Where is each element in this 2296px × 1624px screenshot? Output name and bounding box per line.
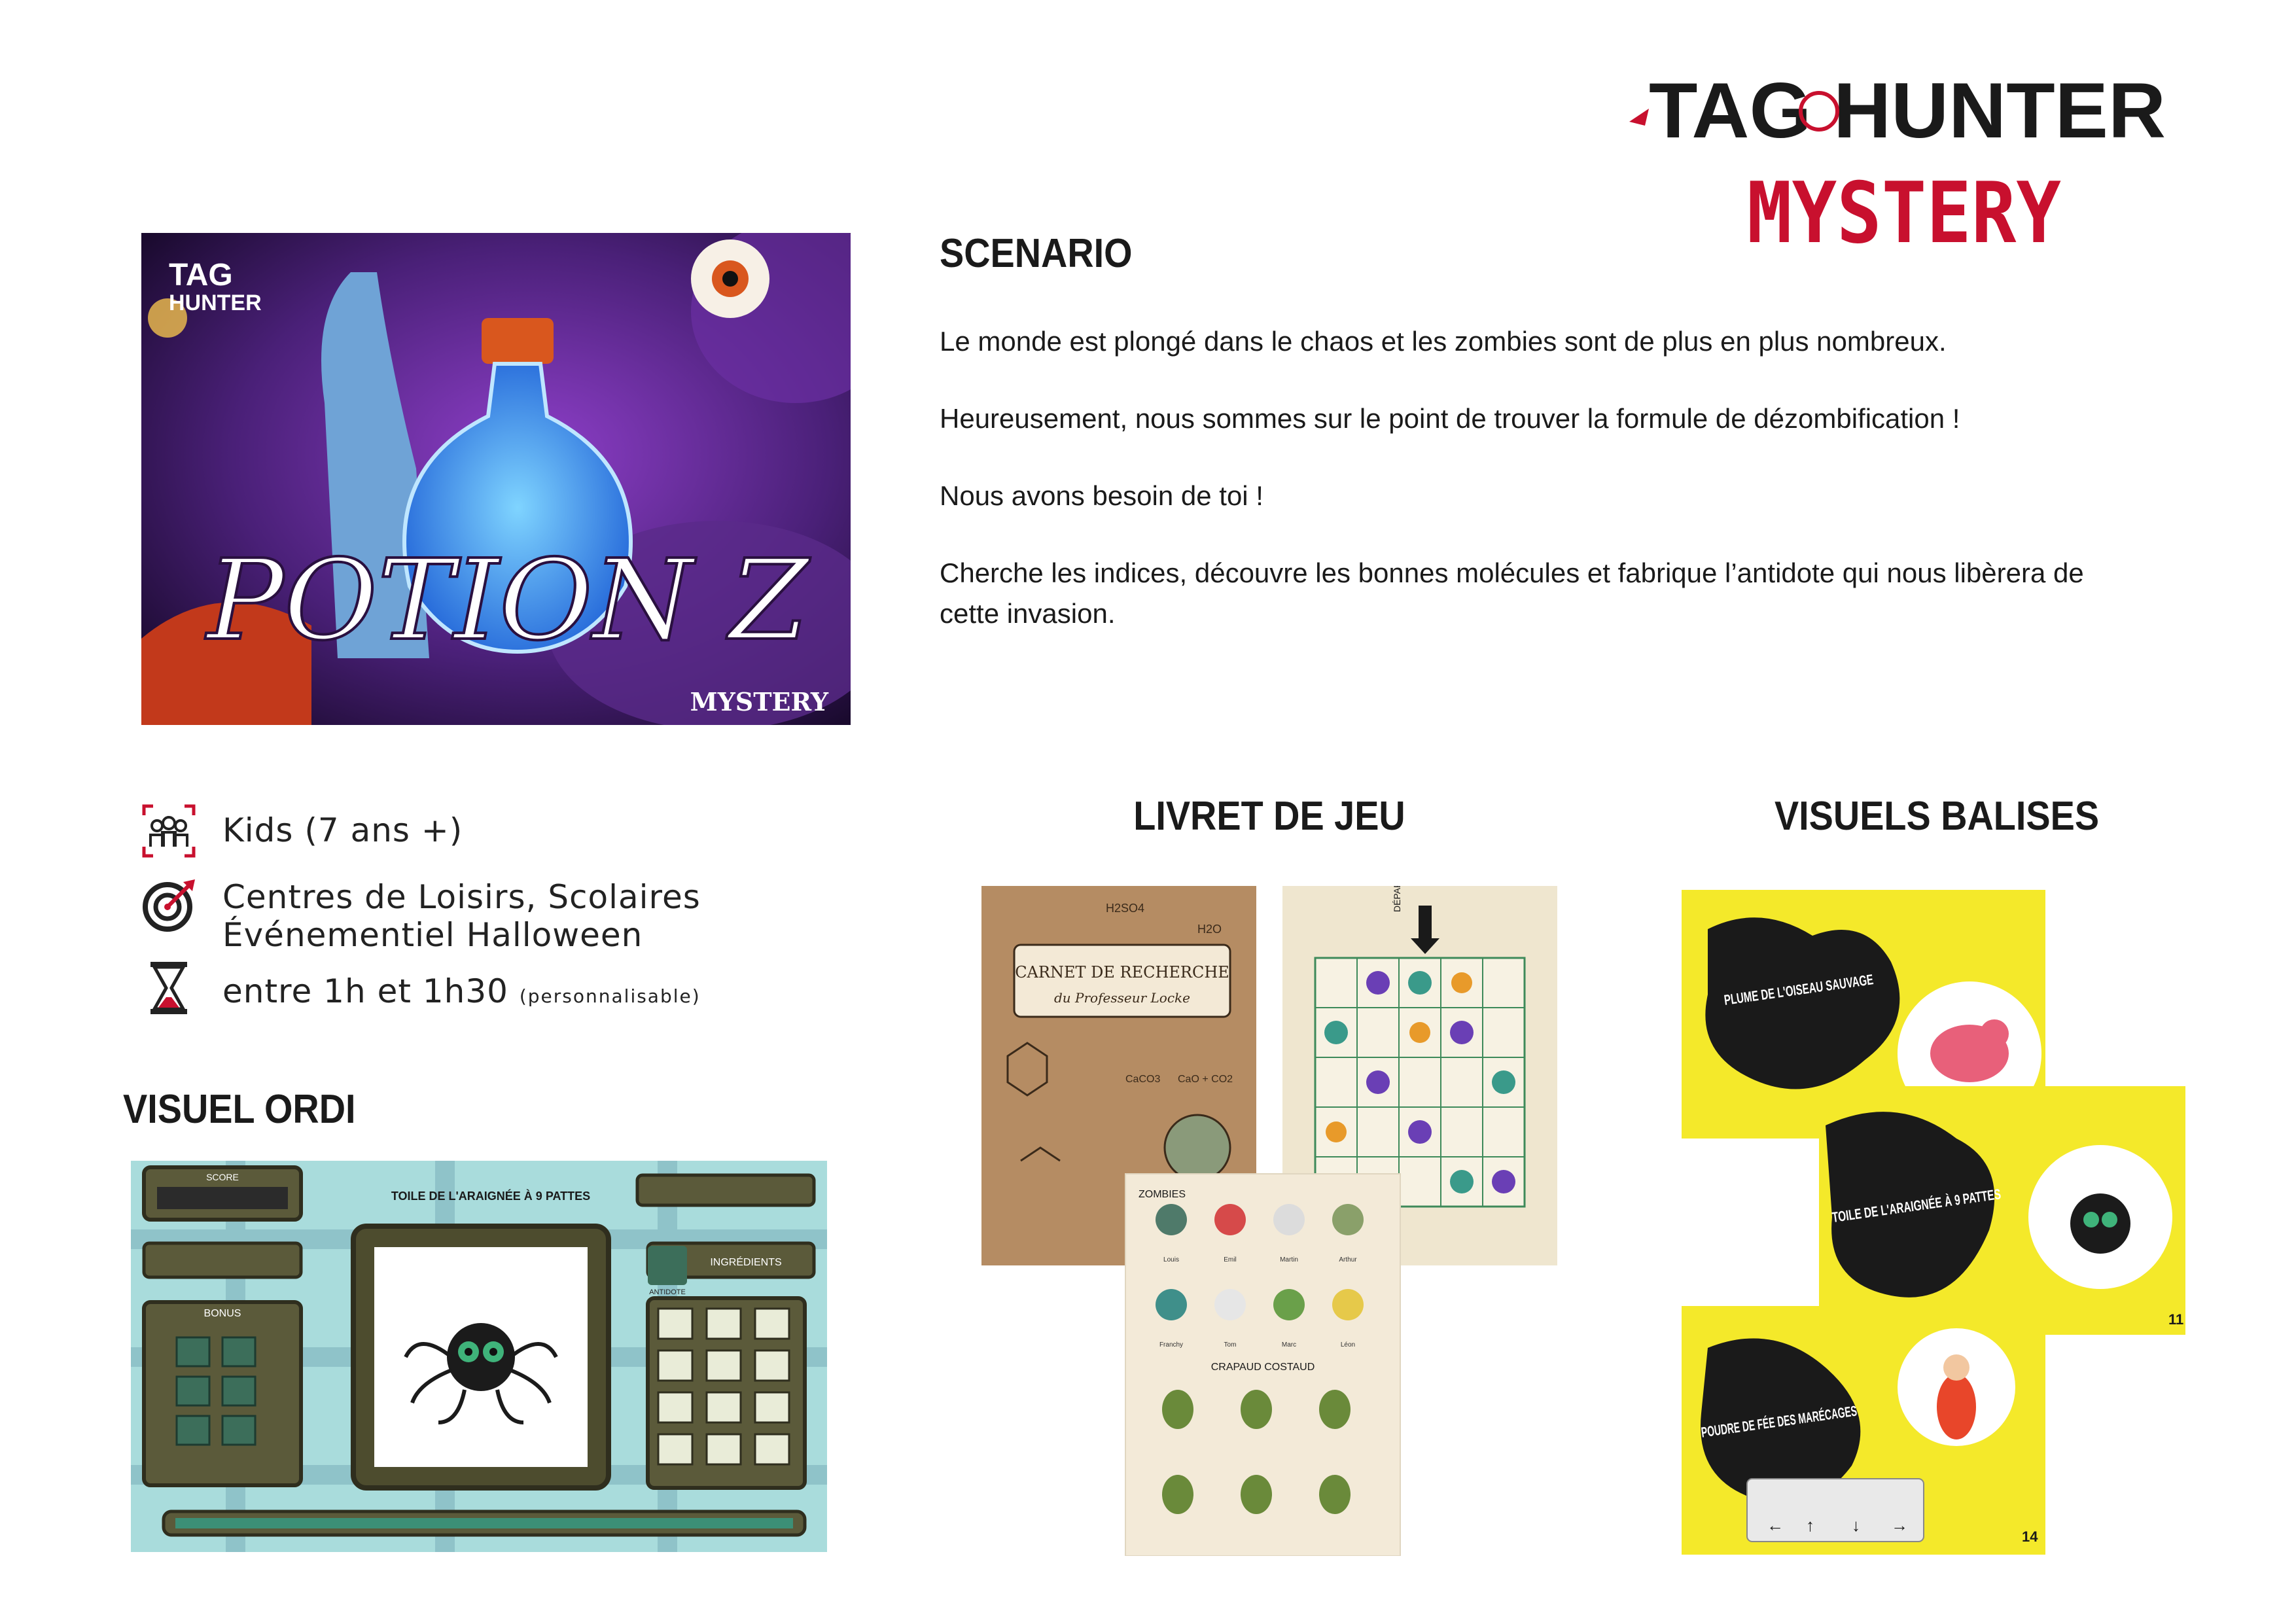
card2-page-number: 11: [2168, 1311, 2183, 1328]
cover-badge: MYSTERY: [690, 687, 829, 716]
audience-text: Kids (7 ans +): [222, 811, 463, 849]
scenario-section: SCENARIO Le monde est plongé dans le cha…: [940, 230, 2117, 671]
zombie-sketch-shape: [1163, 1114, 1231, 1182]
cover-brand-line1: TAG: [169, 258, 233, 292]
grid-start-label: DÉPART: [1392, 886, 1402, 912]
duration-text-wrap: entre 1h et 1h30 (personnalisable): [222, 961, 701, 1015]
target-icon: [143, 879, 195, 932]
zombie-name-3: Martin: [1280, 1256, 1298, 1263]
formula-4: CaO + CO2: [1178, 1074, 1233, 1085]
zombies-label: ZOMBIES: [1139, 1189, 1186, 1200]
scenario-paragraph-1: Le monde est plongé dans le chaos et les…: [940, 326, 1947, 357]
logo-line1: TAG HUNTER: [1649, 67, 2166, 154]
card3-page-number: 14: [2022, 1528, 2038, 1545]
visuel-ordi-heading: VISUEL ORDI: [123, 1087, 356, 1132]
balises-heading: VISUELS BALISES: [1774, 794, 2100, 839]
bonus-label: BONUS: [204, 1308, 241, 1319]
center-title: TOILE DE L'ARAIGNÉE À 9 PATTES: [391, 1189, 590, 1203]
livret-images: CARNET DE RECHERCHE du Professeur Locke …: [981, 875, 1557, 1557]
duration-text: entre 1h et 1h30: [222, 972, 508, 1010]
down-arrow-icon-2: ↓: [1852, 1515, 1860, 1535]
score-label: SCORE: [206, 1172, 239, 1182]
formula-2: H2O: [1197, 923, 1222, 936]
ingredients-label: INGRÉDIENTS: [710, 1256, 781, 1268]
meta-venues: Centres de Loisirs, Scolaires Événementi…: [141, 878, 701, 954]
meta-duration: entre 1h et 1h30 (personnalisable): [141, 961, 701, 1015]
up-arrow-icon: ↑: [1806, 1515, 1814, 1535]
right-arrow-icon: →: [1891, 1515, 1908, 1535]
zombie-name-6: Tom: [1224, 1341, 1237, 1349]
duration-note: (personnalisable): [519, 985, 701, 1007]
zombie-name-8: Léon: [1341, 1341, 1355, 1349]
cover-title: POTION Z: [205, 536, 811, 665]
spider-card-shape: [2070, 1193, 2130, 1254]
group-icon: [142, 804, 196, 858]
scenario-paragraph-4: Cherche les indices, découvre les bonnes…: [940, 557, 2084, 629]
zombie-name-1: Louis: [1163, 1256, 1179, 1263]
venues-line-1: Centres de Loisirs, Scolaires: [222, 878, 701, 916]
left-arrow-icon: ←: [1767, 1515, 1784, 1535]
cover-brand-line2: HUNTER: [169, 291, 262, 315]
notebook-title: CARNET DE RECHERCHE: [1015, 963, 1229, 981]
cover-image: TAG HUNTER POTION Z MYSTERY: [141, 233, 851, 725]
hourglass-icon: [150, 962, 187, 1014]
scenario-paragraph-2: Heureusement, nous sommes sur le point d…: [940, 403, 1960, 434]
visuel-ordi-image: SCORE BONUS TOILE DE L'ARAIGNÉE À 9 PATT…: [131, 1161, 827, 1552]
antidote-label: ANTIDOTE: [649, 1288, 686, 1296]
meta-audience: Kids (7 ans +): [141, 803, 463, 858]
zombie-name-7: Marc: [1282, 1341, 1296, 1349]
game-screen-illustration: SCORE BONUS TOILE DE L'ARAIGNÉE À 9 PATT…: [131, 1161, 827, 1552]
tag-cards-illustration: PLUME DE L'OISEAU SAUVAGE TOILE DE L'ARA…: [1682, 890, 2185, 1555]
balises-images: PLUME DE L'OISEAU SAUVAGE TOILE DE L'ARA…: [1682, 890, 2185, 1555]
spider-shape: [447, 1323, 515, 1391]
toad-label: CRAPAUD COSTAUD: [1211, 1362, 1315, 1373]
venues-line-2: Événementiel Halloween: [222, 916, 643, 954]
zombie-name-2: Emil: [1224, 1256, 1236, 1263]
livret-heading: LIVRET DE JEU: [1133, 794, 1405, 839]
notebook-subtitle: du Professeur Locke: [1054, 990, 1190, 1006]
booklet-illustration: CARNET DE RECHERCHE du Professeur Locke …: [981, 875, 1557, 1557]
zombie-name-5: Franchy: [1159, 1341, 1183, 1349]
cover-illustration: TAG HUNTER POTION Z MYSTERY: [141, 233, 851, 725]
logo-arrow-icon: [1629, 109, 1649, 126]
scenario-paragraph-3: Nous avons besoin de toi !: [940, 480, 1263, 511]
scenario-heading: SCENARIO: [940, 231, 1133, 276]
formula-3: CaCO3: [1125, 1074, 1160, 1085]
zombie-name-4: Arthur: [1339, 1256, 1357, 1263]
venues-text: Centres de Loisirs, Scolaires Événementi…: [222, 878, 701, 954]
fairy-shape: [1937, 1374, 1976, 1439]
cork-shape: [482, 318, 554, 364]
formula-1: H2SO4: [1106, 902, 1144, 915]
